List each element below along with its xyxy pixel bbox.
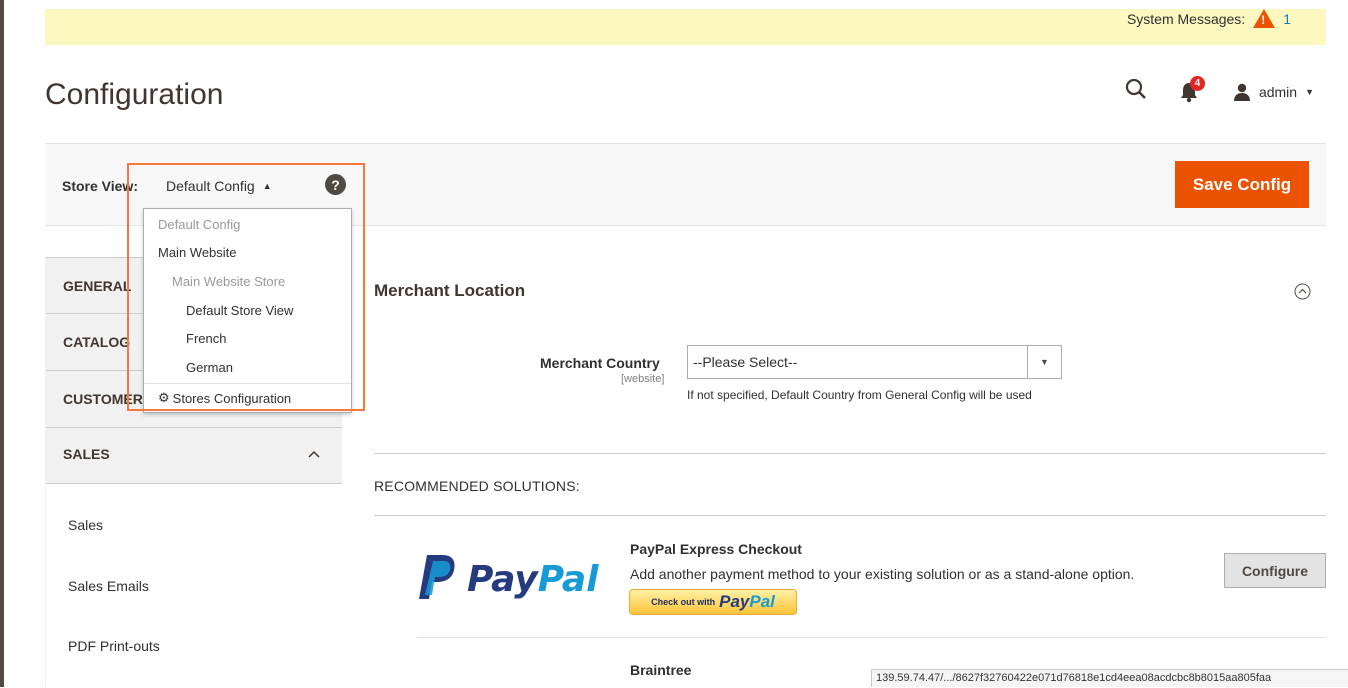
merchant-country-select[interactable]: --Please Select-- ▼ [687,345,1062,379]
section-title-merchant-location[interactable]: Merchant Location [374,281,525,301]
divider [374,515,1326,516]
browser-status-bar: 139.59.74.47/.../8627f32760422e071d76818… [871,669,1348,687]
annotation-highlight-box [127,163,365,411]
header-actions: 4 admin ▼ [1125,75,1314,105]
system-messages-label: System Messages: [1126,10,1246,27]
sidebar-item-sales[interactable]: Sales [68,517,103,533]
system-messages-bar: System Messages: ! 1 [45,9,1326,45]
paypal-express-title: PayPal Express Checkout [630,541,802,557]
paypal-checkout-badge: Check out with PayPal [629,589,797,615]
paypal-p-mark [417,553,457,605]
warning-icon: ! [1253,9,1276,28]
admin-username: admin [1258,83,1298,100]
paypal-configure-button[interactable]: Configure [1224,553,1326,588]
system-messages-count[interactable]: 1 [1283,11,1291,27]
merchant-country-label: Merchant Country [540,355,660,371]
user-icon [1233,83,1250,101]
merchant-country-note: If not specified, Default Country from G… [687,388,1032,402]
merchant-country-value: --Please Select-- [693,354,798,370]
sidebar-item-pdf-printouts[interactable]: PDF Print-outs [68,638,160,654]
sidebar-item-sales-emails[interactable]: Sales Emails [68,578,149,594]
select-arrow-icon: ▼ [1027,346,1061,378]
sales-section-items: Sales Sales Emails PDF Print-outs [46,483,342,688]
checkout-with-text: Check out with [651,597,716,607]
braintree-title: Braintree [630,662,692,678]
chevron-up-icon [307,446,321,464]
notifications-bell-icon[interactable]: 4 [1179,75,1205,103]
search-icon[interactable] [1125,78,1147,105]
page-title: Configuration [45,78,224,111]
paypal-express-description: Add another payment method to your exist… [630,566,1135,582]
caret-down-icon: ▼ [1305,86,1314,97]
sidebar-tab-sales[interactable]: SALES [46,427,342,484]
merchant-country-scope: [website] [621,373,665,385]
recommended-solutions-heading: RECOMMENDED SOLUTIONS: [374,478,580,494]
system-messages[interactable]: System Messages: ! 1 [1127,9,1291,28]
notifications-count-badge: 4 [1189,75,1205,91]
paypal-logo: PayPal [417,553,598,605]
admin-user-menu[interactable]: admin ▼ [1233,83,1314,101]
window-edge [0,0,4,687]
collapse-section-icon[interactable] [1294,283,1311,305]
save-config-button[interactable]: Save Config [1175,161,1309,208]
divider [417,637,1326,638]
divider [374,453,1326,454]
checkout-paypal-wordmark: PayPal [719,592,775,611]
paypal-wordmark: PayPal [467,558,599,600]
